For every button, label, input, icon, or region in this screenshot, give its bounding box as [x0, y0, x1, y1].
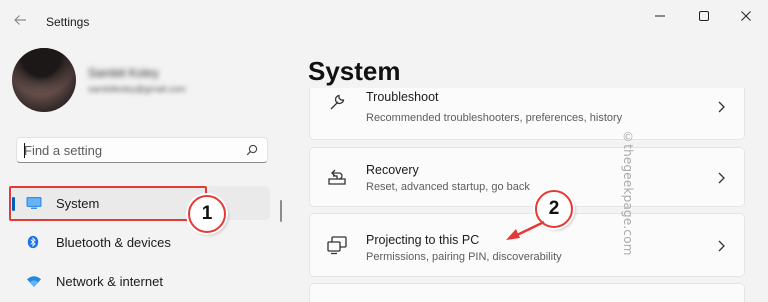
title-bar: Settings: [0, 0, 768, 44]
search-icon[interactable]: [246, 144, 258, 156]
maximize-icon: [699, 11, 709, 21]
wrench-icon: [330, 94, 345, 110]
profile-email: sambitkoley@gmail.com: [88, 84, 186, 94]
user-profile[interactable]: Sambit Koley sambitkoley@gmail.com: [12, 48, 282, 128]
profile-name: Sambit Koley: [88, 66, 159, 80]
back-arrow-icon: [14, 15, 26, 25]
search-input[interactable]: [24, 142, 234, 159]
chevron-right-icon: [718, 240, 725, 252]
settings-card-recovery[interactable]: Recovery Reset, advanced startup, go bac…: [309, 147, 745, 207]
sidebar-item-label: Network & internet: [56, 274, 163, 289]
card-title: Recovery: [366, 163, 419, 177]
chevron-right-icon: [718, 172, 725, 184]
minimize-button[interactable]: [640, 6, 680, 26]
settings-card-troubleshoot[interactable]: Troubleshoot Recommended troubleshooters…: [309, 88, 745, 140]
app-title: Settings: [46, 15, 90, 29]
annotation-callout-2: 2: [535, 190, 573, 228]
chevron-right-icon: [718, 101, 725, 113]
wifi-icon: [27, 276, 41, 287]
bluetooth-icon: [27, 235, 39, 249]
minimize-icon: [655, 15, 665, 17]
search-box[interactable]: [16, 137, 268, 163]
close-button[interactable]: [726, 6, 766, 26]
card-title: Troubleshoot: [366, 90, 439, 104]
card-title: Projecting to this PC: [366, 233, 480, 247]
annotation-highlight-box: [9, 186, 207, 221]
scrollbar[interactable]: [280, 200, 282, 222]
card-description: Reset, advanced startup, go back: [366, 181, 530, 193]
watermark: ©thegeekpage.com: [621, 130, 635, 256]
projecting-icon: [327, 236, 347, 255]
sidebar-item-label: Bluetooth & devices: [56, 235, 171, 250]
page-title: System: [308, 56, 401, 86]
settings-card-projecting[interactable]: Projecting to this PC Permissions, pairi…: [309, 213, 745, 277]
sidebar-item-bluetooth[interactable]: Bluetooth & devices: [12, 225, 270, 259]
close-icon: [741, 11, 751, 21]
avatar: [12, 48, 76, 112]
card-description: Permissions, pairing PIN, discoverabilit…: [366, 251, 562, 263]
sidebar-item-network[interactable]: Network & internet: [12, 264, 270, 298]
settings-card-next[interactable]: [309, 283, 745, 302]
recovery-icon: [328, 169, 346, 185]
maximize-button[interactable]: [684, 6, 724, 26]
annotation-callout-1: 1: [188, 195, 226, 233]
back-button[interactable]: [10, 13, 30, 31]
card-description: Recommended troubleshooters, preferences…: [366, 112, 623, 124]
text-caret: [24, 143, 25, 158]
